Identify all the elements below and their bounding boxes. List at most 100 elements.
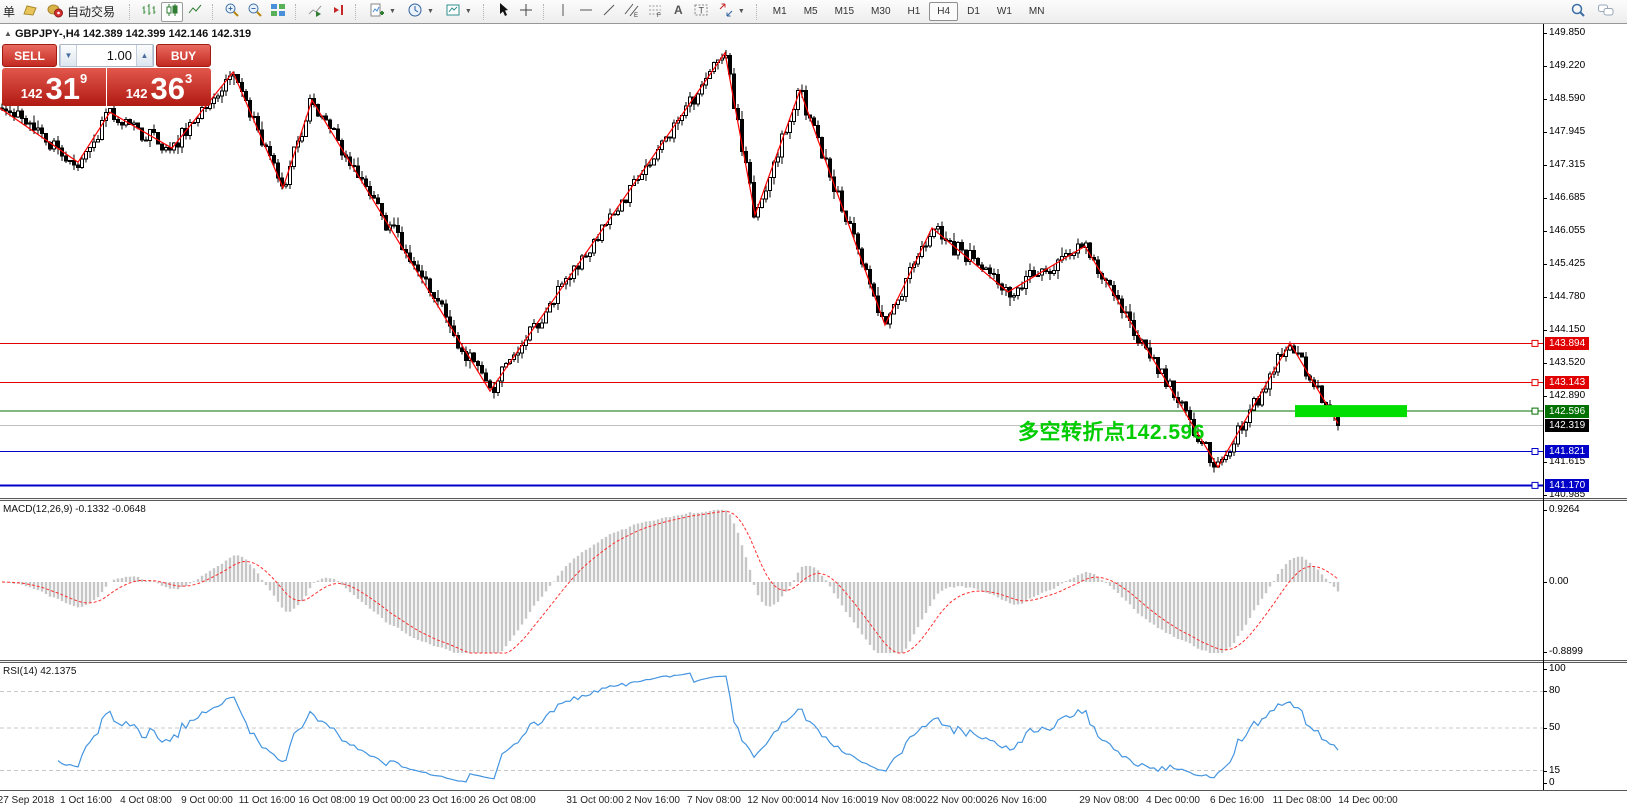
current-price-label: 142.319 (1545, 419, 1589, 432)
price-axis-border (1543, 24, 1544, 790)
volume-up-button[interactable]: ▲ (136, 45, 153, 66)
time-axis-label: 27 Sep 2018 (0, 795, 54, 806)
time-axis-label: 26 Oct 08:00 (478, 795, 535, 806)
zoom-in-icon (224, 2, 240, 21)
trendline-icon (601, 2, 617, 21)
timeframe-M1[interactable]: M1 (765, 2, 795, 21)
auto-scroll-button[interactable] (304, 2, 326, 22)
label-button[interactable]: T (690, 2, 712, 22)
one-click-trading-panel: SELL ▼ ▲ BUY 142 31 9 142 (2, 44, 211, 107)
timeframe-W1[interactable]: W1 (989, 2, 1020, 21)
zoom-out-button[interactable] (244, 2, 266, 22)
time-axis-label: 16 Oct 08:00 (298, 795, 355, 806)
volume-down-button[interactable]: ▼ (60, 45, 77, 66)
indicators-icon (369, 2, 385, 21)
macd-label: MACD(12,26,9) -0.1332 -0.0648 (3, 504, 146, 515)
macd-plot[interactable] (0, 501, 1543, 660)
sell-price[interactable]: 142 31 9 (2, 68, 106, 106)
autotrade-icon (47, 2, 63, 21)
zoom-in-button[interactable] (221, 2, 243, 22)
timeframe-M30[interactable]: M30 (863, 2, 898, 21)
line-chart-button[interactable] (184, 2, 206, 22)
vertical-line-button[interactable] (552, 2, 574, 22)
time-axis-label: 7 Nov 08:00 (687, 795, 741, 806)
timeframe-H4[interactable]: H4 (929, 2, 958, 21)
rsi-pane: RSI(14) 42.1375 1008050150 (0, 663, 1627, 790)
collapse-trade-panel-arrow[interactable]: ▲ (4, 29, 12, 38)
sell-price-big: 31 (45, 75, 79, 103)
rsi-axis-tick: 100 (1549, 663, 1566, 675)
sell-button[interactable]: SELL (2, 44, 57, 67)
crosshair-button[interactable] (515, 2, 537, 22)
time-axis[interactable]: 27 Sep 20181 Oct 16:004 Oct 08:009 Oct 0… (0, 790, 1627, 812)
level-price-label: 141.170 (1545, 479, 1589, 492)
cursor-button[interactable] (492, 2, 514, 22)
time-axis-label: 9 Oct 00:00 (181, 795, 233, 806)
price-tick: 146.685 (1549, 192, 1585, 204)
text-icon: A (670, 2, 686, 21)
timeframe-M15[interactable]: M15 (827, 2, 862, 21)
market-icon (22, 2, 38, 21)
toolbar-separator (483, 4, 488, 20)
fibonacci-button[interactable]: F (644, 2, 666, 22)
price-tick: 149.220 (1549, 60, 1585, 72)
search-icon (1570, 2, 1586, 21)
buy-price-big: 36 (150, 75, 184, 103)
order-button[interactable]: 单 (2, 3, 18, 20)
time-axis-label: 6 Dec 16:00 (1210, 795, 1264, 806)
bar-chart-button[interactable] (138, 2, 160, 22)
timeframe-M5[interactable]: M5 (796, 2, 826, 21)
horizontal-line-icon (578, 2, 594, 21)
toolbar-separator (355, 4, 360, 20)
chart-shift-icon (330, 2, 346, 21)
price-tick: 149.850 (1549, 27, 1585, 39)
autotrade-button[interactable]: 自动交易 (42, 2, 123, 22)
chevron-down-icon: ▼ (389, 8, 396, 15)
fibonacci-icon: F (647, 2, 663, 21)
templates-button[interactable]: ▼ (440, 2, 477, 22)
candlestick-plot[interactable] (0, 24, 1543, 498)
timeframe-D1[interactable]: D1 (959, 2, 988, 21)
line-chart-icon (187, 2, 203, 21)
time-axis-label: 19 Oct 00:00 (358, 795, 415, 806)
cursor-icon (495, 2, 511, 21)
time-axis-label: 12 Nov 00:00 (747, 795, 807, 806)
timeframe-MN[interactable]: MN (1021, 2, 1053, 21)
indicators-button[interactable]: ▼ (364, 2, 401, 22)
macd-pane: MACD(12,26,9) -0.1332 -0.0648 0.92640.00… (0, 501, 1627, 660)
price-tick: 147.315 (1549, 159, 1585, 171)
timeframe-H1[interactable]: H1 (900, 2, 929, 21)
volume-input[interactable] (77, 45, 136, 66)
periods-button[interactable]: ▼ (402, 2, 439, 22)
templates-icon (445, 2, 461, 21)
channel-icon: E (624, 2, 640, 21)
time-axis-label: 29 Nov 08:00 (1079, 795, 1139, 806)
time-axis-label: 31 Oct 00:00 (566, 795, 623, 806)
level-price-label: 141.821 (1545, 445, 1589, 458)
time-axis-label: 4 Oct 08:00 (120, 795, 172, 806)
time-axis-label: 14 Nov 16:00 (807, 795, 867, 806)
trendline-button[interactable] (598, 2, 620, 22)
macd-axis-tick: 0.00 (1549, 576, 1568, 588)
buy-button[interactable]: BUY (156, 44, 211, 67)
rsi-plot[interactable] (0, 663, 1543, 790)
time-axis-label: 23 Oct 16:00 (418, 795, 475, 806)
candlestick-chart-button[interactable] (161, 2, 183, 22)
sell-price-sup: 9 (80, 71, 87, 86)
chevron-down-icon: ▼ (465, 8, 472, 15)
channel-button[interactable]: E (621, 2, 643, 22)
market-watch-button[interactable] (19, 2, 41, 22)
chart-shift-button[interactable] (327, 2, 349, 22)
chat-button[interactable] (1595, 2, 1617, 22)
buy-price[interactable]: 142 36 3 (107, 68, 211, 106)
auto-scroll-icon (307, 2, 323, 21)
rsi-axis-tick: 80 (1549, 685, 1560, 697)
search-button[interactable] (1567, 2, 1589, 22)
horizontal-line-button[interactable] (575, 2, 597, 22)
time-axis-label: 22 Nov 00:00 (927, 795, 987, 806)
price-tick: 145.425 (1549, 258, 1585, 270)
text-button[interactable]: A (667, 2, 689, 22)
buy-price-sup: 3 (185, 71, 192, 86)
tile-windows-button[interactable] (267, 2, 289, 22)
arrows-button[interactable]: ▼ (713, 2, 750, 22)
